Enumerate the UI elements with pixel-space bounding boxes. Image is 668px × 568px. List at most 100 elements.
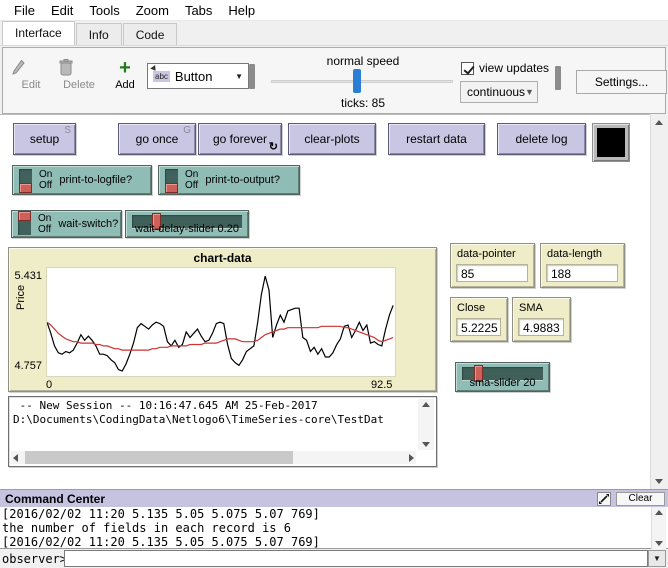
output-line: -- New Session -- 10:16:47.645 AM 25-Feb… [13, 399, 318, 412]
setup-button-label: setup [30, 132, 59, 146]
print-to-logfile-switch[interactable]: On Off print-to-logfile? [12, 165, 152, 195]
menu-bar: File Edit Tools Zoom Tabs Help [0, 0, 668, 21]
print-to-output-switch[interactable]: On Off print-to-output? [158, 165, 300, 195]
on-off-labels: On Off [38, 213, 51, 235]
toggle-handle[interactable] [19, 169, 32, 191]
speed-slider-handle[interactable] [353, 69, 361, 93]
data-length-monitor: data-length 188 [540, 243, 625, 288]
sma-slider[interactable]: sma-slider 20 [455, 362, 550, 392]
menu-zoom[interactable]: Zoom [128, 1, 177, 20]
command-center-title: Command Center [0, 492, 105, 506]
output-text: -- New Session -- 10:16:47.645 AM 25-Feb… [13, 399, 414, 450]
menu-file[interactable]: File [6, 1, 43, 20]
delete-log-button-label: delete log [515, 132, 567, 146]
menu-tools[interactable]: Tools [81, 1, 127, 20]
off-label: Off [39, 180, 52, 191]
go-once-hotkey: G [183, 125, 191, 136]
command-center-log[interactable]: [2016/02/02 11:20 5.135 5.05 5.075 5.07 … [0, 507, 668, 549]
data-length-value: 188 [546, 264, 618, 282]
forever-loop-icon: ↻ [269, 142, 278, 153]
chevron-down-icon: ▼ [525, 87, 534, 97]
scroll-down-icon[interactable] [422, 442, 430, 447]
wait-delay-slider-label: wait-delay-slider 0.20 [126, 223, 248, 235]
tab-info[interactable]: Info [76, 23, 122, 45]
wait-switch-label: wait-switch? [58, 218, 118, 230]
view-updates-label: view updates [479, 61, 549, 75]
close-monitor: Close 5.2225 [450, 297, 508, 342]
widget-type-dropdown[interactable]: abc Button ▼ [147, 63, 249, 89]
edit-button-label: Edit [22, 79, 41, 91]
x-axis-max-label: 92.5 [371, 379, 392, 391]
clear-button[interactable]: Clear [616, 492, 665, 506]
scroll-up-icon[interactable] [655, 510, 663, 515]
data-pointer-label: data-pointer [457, 248, 516, 260]
sma-value: 4.9883 [518, 318, 564, 336]
interface-vertical-scrollbar[interactable] [650, 114, 666, 490]
wait-delay-slider[interactable]: wait-delay-slider 0.20 [125, 210, 249, 238]
menu-tabs[interactable]: Tabs [177, 1, 220, 20]
scrollbar-thumb[interactable] [25, 451, 293, 464]
edit-button[interactable]: Edit [11, 59, 51, 91]
log-line: [2016/02/02 11:20 5.135 5.05 5.075 5.07 … [2, 535, 320, 549]
data-length-label: data-length [547, 248, 602, 260]
scroll-right-icon[interactable] [409, 454, 414, 462]
chart-plot-area [46, 267, 396, 377]
command-input[interactable] [64, 550, 648, 567]
expand-icon[interactable] [597, 492, 611, 506]
log-line: [2016/02/02 11:20 5.135 5.05 5.075 5.07 … [2, 507, 320, 521]
toggle-handle[interactable] [165, 169, 178, 191]
update-mode-dropdown[interactable]: continuous ▼ [460, 81, 538, 103]
observer-prompt: observer> [0, 552, 69, 566]
add-button-label: Add [115, 79, 135, 91]
print-to-output-label: print-to-output? [205, 174, 280, 186]
speed-slider-track[interactable] [271, 80, 453, 83]
scroll-up-icon[interactable] [422, 402, 430, 407]
tab-code[interactable]: Code [123, 23, 178, 45]
settings-button[interactable]: Settings... [576, 70, 667, 94]
delete-button[interactable]: Delete [59, 59, 99, 91]
restart-data-button[interactable]: restart data [388, 123, 485, 155]
scroll-left-icon[interactable] [13, 454, 18, 462]
clear-plots-button[interactable]: clear-plots [288, 123, 376, 155]
tab-interface[interactable]: Interface [2, 21, 75, 45]
on-off-labels: On Off [39, 169, 52, 191]
go-forever-button[interactable]: go forever ↻ [198, 123, 282, 155]
menu-help[interactable]: Help [220, 1, 263, 20]
tab-bar: Interface Info Code [0, 21, 668, 46]
command-log-scrollbar[interactable] [651, 507, 666, 549]
netlogo-window: File Edit Tools Zoom Tabs Help Interface… [0, 0, 668, 568]
print-to-logfile-label: print-to-logfile? [59, 174, 132, 186]
toolbar-separator [555, 66, 561, 90]
scroll-down-icon[interactable] [655, 479, 663, 484]
x-axis-min-label: 0 [46, 379, 52, 391]
pencil-icon [11, 59, 51, 79]
go-once-button[interactable]: go once G [118, 123, 196, 155]
scroll-up-icon[interactable] [655, 120, 663, 125]
y-axis-max-label: 5.431 [14, 270, 42, 282]
chart-panel: chart-data 5.431 4.757 Price 0 92.5 [8, 247, 437, 392]
setup-button[interactable]: setup S [13, 123, 76, 155]
data-pointer-monitor: data-pointer 85 [450, 243, 535, 288]
chevron-down-icon: ▼ [653, 554, 661, 563]
world-view[interactable] [592, 123, 630, 162]
add-button[interactable]: + Add [105, 59, 145, 91]
scroll-down-icon[interactable] [655, 541, 663, 546]
sma-label: SMA [519, 302, 543, 314]
toggle-handle[interactable] [18, 213, 31, 235]
menu-edit[interactable]: Edit [43, 1, 81, 20]
output-line: D:\Documents\CodingData\Netlogo6\TimeSer… [13, 413, 384, 426]
sma-monitor: SMA 4.9883 [512, 297, 571, 342]
off-label: Off [38, 224, 51, 235]
agent-type-dropdown[interactable]: ▼ [648, 550, 666, 567]
view-updates-checkbox[interactable] [461, 62, 474, 75]
y-axis-title: Price [15, 285, 27, 310]
close-value: 5.2225 [456, 318, 501, 336]
delete-log-button[interactable]: delete log [497, 123, 586, 155]
command-center-header: Command Center Clear [0, 489, 668, 507]
go-forever-button-label: go forever [213, 132, 267, 146]
on-label: On [185, 169, 198, 180]
wait-switch[interactable]: On Off wait-switch? [11, 210, 122, 238]
output-vertical-scrollbar[interactable] [418, 399, 434, 450]
output-horizontal-scrollbar[interactable] [11, 451, 416, 464]
output-area[interactable]: -- New Session -- 10:16:47.645 AM 25-Feb… [8, 396, 437, 467]
